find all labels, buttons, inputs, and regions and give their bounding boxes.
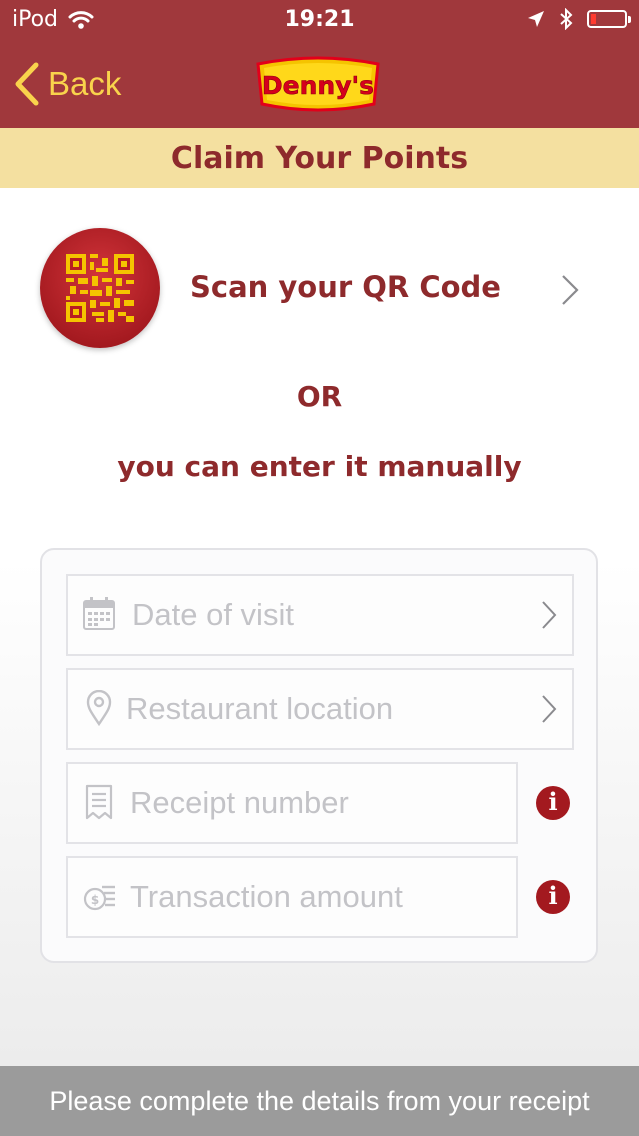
chevron-right-icon — [562, 275, 579, 305]
transaction-amount-info-button[interactable]: i — [536, 880, 570, 914]
navigation-bar: Back Denny's — [0, 40, 639, 128]
receipt-number-field[interactable]: Receipt number — [66, 762, 518, 844]
receipt-form: Date of visit Restaurant location Receip… — [40, 548, 598, 963]
footer-message: Please complete the details from your re… — [49, 1085, 590, 1116]
transaction-amount-placeholder: Transaction amount — [130, 879, 403, 914]
restaurant-location-field[interactable]: Restaurant location — [66, 668, 574, 750]
location-arrow-icon — [528, 11, 544, 27]
svg-text:$: $ — [91, 893, 99, 907]
info-icon: i — [548, 787, 558, 816]
date-of-visit-field[interactable]: Date of visit — [66, 574, 574, 656]
scan-qr-row[interactable]: Scan your QR Code — [0, 226, 639, 352]
calendar-icon — [83, 597, 115, 630]
status-bar: iPod 19:21 — [0, 0, 639, 40]
bluetooth-icon — [560, 8, 573, 30]
transaction-amount-field[interactable]: $ Transaction amount — [66, 856, 518, 938]
battery-icon — [587, 10, 631, 28]
receipt-number-info-button[interactable]: i — [536, 786, 570, 820]
back-button[interactable]: Back — [14, 60, 121, 108]
manual-entry-hint: you can enter it manually — [117, 450, 522, 483]
receipt-icon — [85, 784, 113, 820]
chevron-right-icon — [542, 695, 557, 723]
chevron-left-icon — [15, 62, 39, 106]
or-divider: OR — [296, 380, 343, 413]
info-icon: i — [548, 881, 558, 910]
qr-badge — [40, 228, 160, 348]
back-label: Back — [48, 65, 122, 102]
page-title: Claim Your Points — [170, 140, 469, 176]
page-header: Claim Your Points — [0, 128, 639, 188]
date-of-visit-placeholder: Date of visit — [132, 597, 294, 632]
scan-qr-label: Scan your QR Code — [190, 270, 501, 304]
chevron-right-icon — [542, 601, 557, 629]
status-right — [527, 8, 631, 30]
dennys-logo: Denny's — [256, 56, 380, 112]
footer-bar: Please complete the details from your re… — [0, 1066, 639, 1136]
receipt-number-placeholder: Receipt number — [130, 785, 349, 820]
location-pin-icon — [86, 690, 112, 726]
logo-text: Denny's — [262, 71, 374, 100]
coins-icon: $ — [83, 885, 115, 911]
restaurant-location-placeholder: Restaurant location — [126, 691, 394, 726]
qr-code-icon — [66, 254, 134, 322]
